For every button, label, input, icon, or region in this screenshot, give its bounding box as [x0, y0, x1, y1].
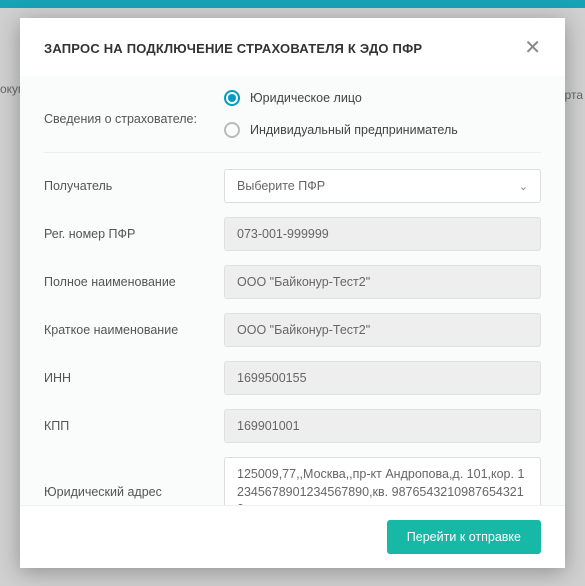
bg-text-right: рта: [565, 88, 583, 102]
legal-address-row: Юридический адрес 125009,77,,Москва,,пр-…: [44, 457, 541, 505]
full-name-label: Полное наименование: [44, 275, 224, 289]
entity-type-radio-group: Юридическое лицо Индивидуальный предприн…: [224, 90, 541, 138]
kpp-row: КПП 169901001: [44, 409, 541, 443]
short-name-input[interactable]: ООО "Байконур-Тест2": [224, 313, 541, 347]
request-modal: ЗАПРОС НА ПОДКЛЮЧЕНИЕ СТРАХОВАТЕЛЯ К ЭДО…: [20, 18, 565, 568]
reg-number-input[interactable]: 073-001-999999: [224, 217, 541, 251]
chevron-down-icon: ⌄: [519, 180, 528, 193]
divider: [44, 152, 541, 153]
inn-row: ИНН 1699500155: [44, 361, 541, 395]
legal-address-label: Юридический адрес: [44, 485, 224, 499]
radio-label: Юридическое лицо: [250, 91, 362, 105]
insurer-info-row: Сведения о страхователе: Юридическое лиц…: [44, 90, 541, 138]
full-name-row: Полное наименование ООО "Байконур-Тест2": [44, 265, 541, 299]
reg-number-label: Рег. номер ПФР: [44, 227, 224, 241]
modal-body: Сведения о страхователе: Юридическое лиц…: [20, 76, 565, 505]
recipient-label: Получатель: [44, 179, 224, 193]
radio-checked-icon: [224, 90, 240, 106]
radio-unchecked-icon: [224, 122, 240, 138]
legal-address-input[interactable]: 125009,77,,Москва,,пр-кт Андропова,д. 10…: [224, 457, 541, 505]
short-name-label: Краткое наименование: [44, 323, 224, 337]
radio-label: Индивидуальный предприниматель: [250, 123, 458, 137]
radio-individual[interactable]: Индивидуальный предприниматель: [224, 122, 541, 138]
modal-footer: Перейти к отправке: [20, 505, 565, 568]
full-name-input[interactable]: ООО "Байконур-Тест2": [224, 265, 541, 299]
radio-legal-entity[interactable]: Юридическое лицо: [224, 90, 541, 106]
short-name-row: Краткое наименование ООО "Байконур-Тест2…: [44, 313, 541, 347]
submit-button[interactable]: Перейти к отправке: [387, 520, 541, 554]
kpp-input[interactable]: 169901001: [224, 409, 541, 443]
recipient-row: Получатель Выберите ПФР ⌄: [44, 169, 541, 203]
inn-label: ИНН: [44, 371, 224, 385]
recipient-select[interactable]: Выберите ПФР ⌄: [224, 169, 541, 203]
modal-header: ЗАПРОС НА ПОДКЛЮЧЕНИЕ СТРАХОВАТЕЛЯ К ЭДО…: [20, 18, 565, 76]
kpp-label: КПП: [44, 419, 224, 433]
reg-number-row: Рег. номер ПФР 073-001-999999: [44, 217, 541, 251]
close-icon[interactable]: ✕: [524, 38, 541, 58]
insurer-info-label: Сведения о страхователе:: [44, 90, 224, 126]
inn-input[interactable]: 1699500155: [224, 361, 541, 395]
modal-title: ЗАПРОС НА ПОДКЛЮЧЕНИЕ СТРАХОВАТЕЛЯ К ЭДО…: [44, 41, 422, 56]
select-placeholder: Выберите ПФР: [237, 179, 325, 193]
